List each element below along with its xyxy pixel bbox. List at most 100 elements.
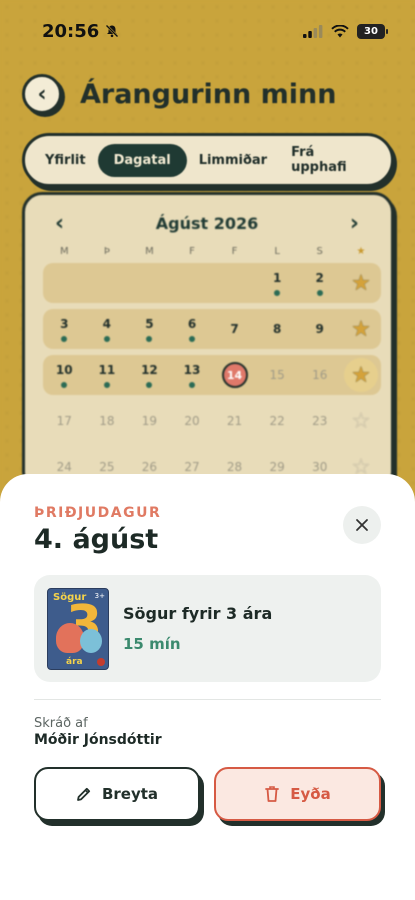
star-icon: ★ xyxy=(351,270,371,296)
tab-all-time[interactable]: Frá upphafi xyxy=(279,137,383,183)
day-number: 15 xyxy=(269,368,285,382)
weekday-header: M Þ M F F L S ★ xyxy=(25,236,391,257)
weekday-label: M xyxy=(145,246,154,257)
activity-dot xyxy=(188,381,195,388)
day-number: 4 xyxy=(102,316,112,331)
calendar-day[interactable]: 15 xyxy=(256,355,299,395)
day-number: 22 xyxy=(269,414,285,428)
day-number: 1 xyxy=(272,270,282,285)
sheet-date: 4. ágúst xyxy=(34,524,159,555)
book-duration: 15 mín xyxy=(123,635,181,653)
bell-off-icon xyxy=(105,24,119,38)
delete-button[interactable]: Eyða xyxy=(214,767,381,821)
day-number: 11 xyxy=(98,362,116,377)
activity-dot xyxy=(146,381,153,388)
signal-icon xyxy=(303,24,323,38)
week-star: ★ xyxy=(341,355,381,395)
day-number: 6 xyxy=(187,316,197,331)
week-star: ★ xyxy=(341,309,381,349)
star-icon: ☆ xyxy=(351,408,371,434)
day-number: 25 xyxy=(99,460,115,474)
day-number: 20 xyxy=(184,414,200,428)
calendar-day xyxy=(213,263,256,303)
activity-dot xyxy=(103,335,110,342)
close-button[interactable] xyxy=(343,506,381,544)
calendar-day[interactable]: 14 xyxy=(213,355,256,395)
tab-stickers[interactable]: Limmiðar xyxy=(187,145,279,176)
calendar-day[interactable]: 1 xyxy=(256,263,299,303)
day-number: 28 xyxy=(226,460,243,474)
calendar-day[interactable]: 22 xyxy=(256,401,299,441)
star-icon: ★ xyxy=(344,358,378,392)
calendar-week: 3 4 5 6 7 8 9 ★ xyxy=(43,309,381,349)
day-number: 16 xyxy=(312,368,328,382)
star-icon: ★ xyxy=(351,316,371,342)
calendar-day xyxy=(128,263,171,303)
prev-month-button[interactable]: ‹ xyxy=(55,211,64,236)
calendar-day[interactable]: 4 xyxy=(86,309,129,349)
calendar-day[interactable]: 23 xyxy=(298,401,341,441)
day-number: 2 xyxy=(315,270,324,285)
edit-button[interactable]: Breyta xyxy=(34,767,200,821)
calendar-day[interactable]: 16 xyxy=(298,355,341,395)
day-number: 13 xyxy=(183,362,201,377)
battery-level: 30 xyxy=(364,25,378,37)
calendar-day[interactable]: 6 xyxy=(171,309,214,349)
weekday-label: M xyxy=(59,246,69,257)
cover-subtitle: ára xyxy=(66,656,83,667)
day-number: 18 xyxy=(99,414,115,428)
cover-illustration xyxy=(80,628,102,653)
activity-dot xyxy=(274,289,281,296)
day-number: 21 xyxy=(226,414,243,428)
tab-calendar[interactable]: Dagatal xyxy=(97,143,187,177)
activity-dot xyxy=(61,335,68,342)
calendar-day[interactable]: 3 xyxy=(43,309,86,349)
calendar-day[interactable]: 21 xyxy=(213,401,256,441)
calendar-day xyxy=(171,263,214,303)
day-number: 26 xyxy=(141,460,158,474)
book-card[interactable]: Sögur 3+ 3 ára Sögur fyrir 3 ára 15 mín xyxy=(34,575,381,682)
edit-label: Breyta xyxy=(101,785,159,803)
week-star: ☆ xyxy=(341,401,381,441)
calendar-day[interactable]: 17 xyxy=(43,401,86,441)
activity-dot xyxy=(103,381,110,388)
calendar-week: 1 2 ★ xyxy=(43,263,381,303)
day-number: 30 xyxy=(312,460,328,474)
book-cover: Sögur 3+ 3 ára xyxy=(47,587,109,670)
logged-by-name: Móðir Jónsdóttir xyxy=(34,732,162,748)
day-number: 7 xyxy=(230,322,239,336)
weekday-label: S xyxy=(316,246,323,257)
back-button[interactable]: ‹ xyxy=(22,74,62,114)
calendar-day[interactable]: 11 xyxy=(86,355,129,395)
weekday-label: Þ xyxy=(103,246,110,257)
day-number: 5 xyxy=(145,316,154,331)
calendar-day xyxy=(86,263,129,303)
day-number: 12 xyxy=(141,362,158,377)
calendar-day[interactable]: 12 xyxy=(128,355,171,395)
calendar-day[interactable]: 5 xyxy=(128,309,171,349)
delete-label: Eyða xyxy=(290,785,331,803)
divider xyxy=(34,699,381,700)
tab-bar: Yfirlit Dagatal Limmiðar Frá upphafi xyxy=(22,133,394,187)
calendar-day[interactable]: 20 xyxy=(171,401,214,441)
calendar-day[interactable]: 13 xyxy=(171,355,214,395)
tab-overview[interactable]: Yfirlit xyxy=(33,145,98,176)
calendar-day[interactable]: 10 xyxy=(43,355,86,395)
calendar-day[interactable]: 18 xyxy=(86,401,129,441)
battery-icon: 30 xyxy=(357,23,388,39)
next-month-button[interactable]: › xyxy=(350,211,359,236)
calendar-week: 10 11 12 13 14 15 16 ★ xyxy=(43,355,381,395)
weekday-label: F xyxy=(231,246,238,257)
calendar-day[interactable]: 7 xyxy=(213,309,256,349)
calendar-day[interactable]: 8 xyxy=(256,309,299,349)
activity-dot xyxy=(146,335,153,342)
weekday-label: F xyxy=(189,246,195,257)
book-title: Sögur fyrir 3 ára xyxy=(123,604,273,623)
activity-dot xyxy=(61,381,68,388)
calendar-day[interactable]: 2 xyxy=(298,263,341,303)
calendar-day[interactable]: 9 xyxy=(298,309,341,349)
cover-corner-mark xyxy=(97,657,105,666)
page-title: Árangurinn minn xyxy=(80,78,337,110)
calendar-day[interactable]: 19 xyxy=(128,401,171,441)
day-number: 17 xyxy=(56,414,72,428)
